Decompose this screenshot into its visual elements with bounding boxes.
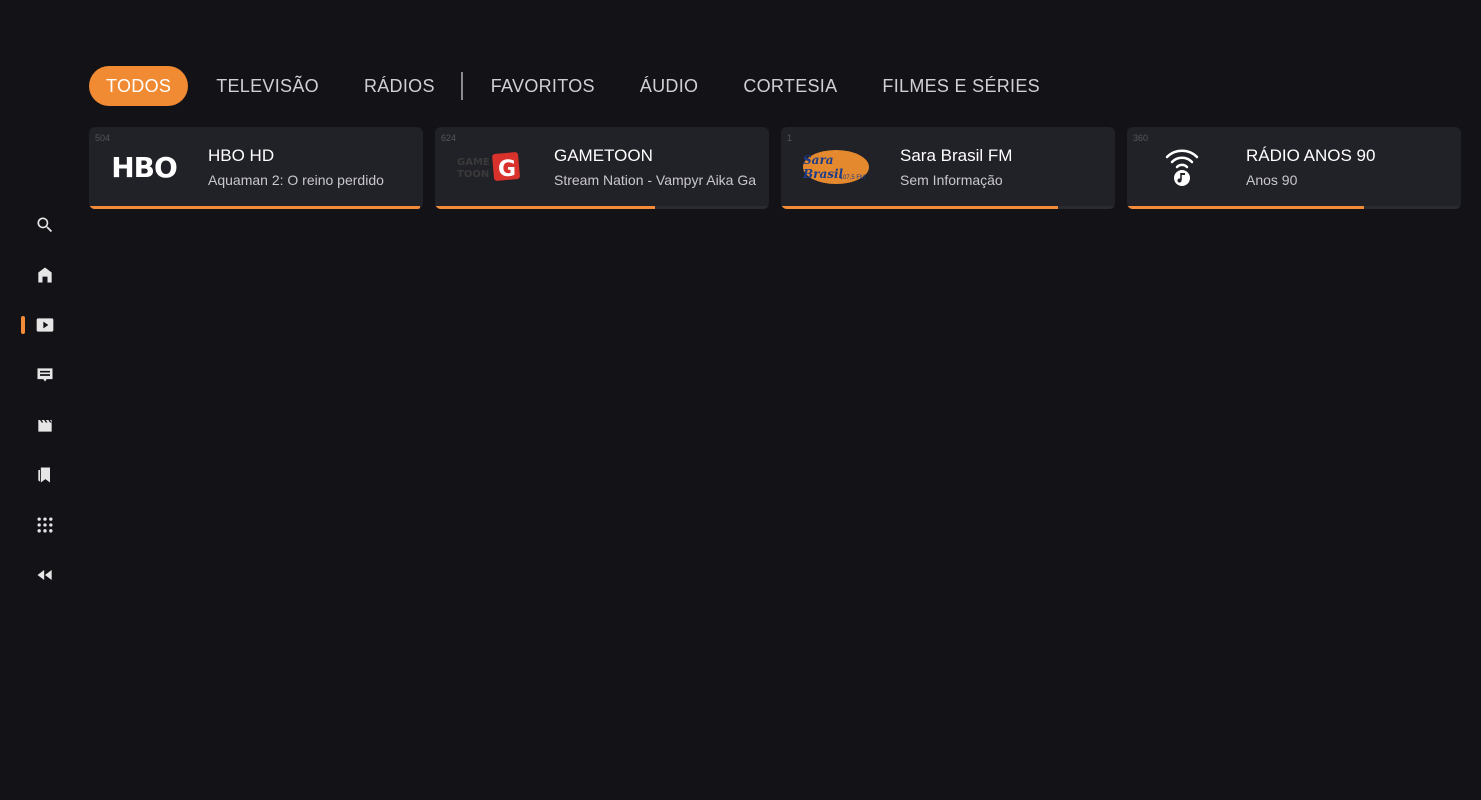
tab-televisao[interactable]: TELEVISÃO	[199, 66, 336, 106]
bookmarks-icon[interactable]	[30, 460, 60, 490]
category-tabs: TODOS TELEVISÃO RÁDIOS FAVORITOS ÁUDIO C…	[89, 66, 1068, 106]
progress-track	[435, 206, 769, 209]
channel-program: Stream Nation - Vampyr Aika Ga	[554, 172, 757, 188]
apps-icon[interactable]	[30, 510, 60, 540]
guide-icon[interactable]	[30, 360, 60, 390]
progress-fill	[781, 206, 1059, 209]
progress-fill	[89, 206, 420, 209]
channel-program: Anos 90	[1246, 172, 1298, 188]
search-icon[interactable]	[30, 210, 60, 240]
svg-text:GAME: GAME	[457, 157, 490, 168]
tab-todos[interactable]: TODOS	[89, 66, 189, 106]
channel-card[interactable]: 1 Sara Brasil 107,5 FM Sara Brasil FM Se…	[781, 127, 1115, 209]
channel-title: HBO HD	[208, 146, 275, 165]
hbo-logo: HBO	[111, 150, 178, 184]
rewind-icon[interactable]	[30, 560, 60, 590]
tab-audio[interactable]: ÁUDIO	[623, 66, 716, 106]
tab-radios[interactable]: RÁDIOS	[347, 66, 452, 106]
channel-title: Sara Brasil FM	[900, 146, 1013, 165]
channel-title: RÁDIO ANOS 90	[1246, 146, 1376, 165]
progress-fill	[435, 206, 656, 209]
progress-track	[1127, 206, 1461, 209]
radio-music-icon	[1165, 149, 1199, 186]
tab-cortesia[interactable]: CORTESIA	[726, 66, 854, 106]
channel-title: GAMETOON	[554, 146, 653, 165]
tab-favoritos[interactable]: FAVORITOS	[474, 66, 612, 106]
tab-divider	[460, 72, 463, 100]
channel-logo: HBO	[107, 141, 181, 193]
channel-number: 1	[787, 133, 793, 143]
home-icon[interactable]	[30, 260, 60, 290]
svg-text:G: G	[498, 157, 516, 182]
progress-track	[89, 206, 423, 209]
svg-text:TOON: TOON	[457, 169, 489, 180]
channel-logo: Sara Brasil 107,5 FM	[799, 141, 873, 193]
channel-list: 504 HBO HBO HD Aquaman 2: O reino perdid…	[89, 127, 1461, 209]
channel-program: Aquaman 2: O reino perdido	[208, 172, 384, 188]
gametoon-logo: GAME TOON G	[457, 152, 520, 182]
sidebar	[0, 0, 80, 800]
channel-card[interactable]: 624 GAME TOON G GAMETOON Stream Nation -…	[435, 127, 769, 209]
channel-card[interactable]: 504 HBO HBO HD Aquaman 2: O reino perdid…	[89, 127, 423, 209]
channel-logo: GAME TOON G	[453, 141, 527, 193]
channel-program: Sem Informação	[900, 172, 1003, 188]
progress-fill	[1127, 206, 1365, 209]
movies-icon[interactable]	[30, 410, 60, 440]
live-tv-icon[interactable]	[30, 310, 60, 340]
sara-brasil-logo: Sara Brasil 107,5 FM	[803, 150, 869, 184]
tab-filmes-series[interactable]: FILMES E SÉRIES	[865, 66, 1057, 106]
progress-track	[781, 206, 1115, 209]
channel-card[interactable]: 360 RÁDIO ANOS 90 Anos 90	[1127, 127, 1461, 209]
channel-logo	[1145, 141, 1219, 193]
active-nav-indicator	[21, 316, 25, 334]
